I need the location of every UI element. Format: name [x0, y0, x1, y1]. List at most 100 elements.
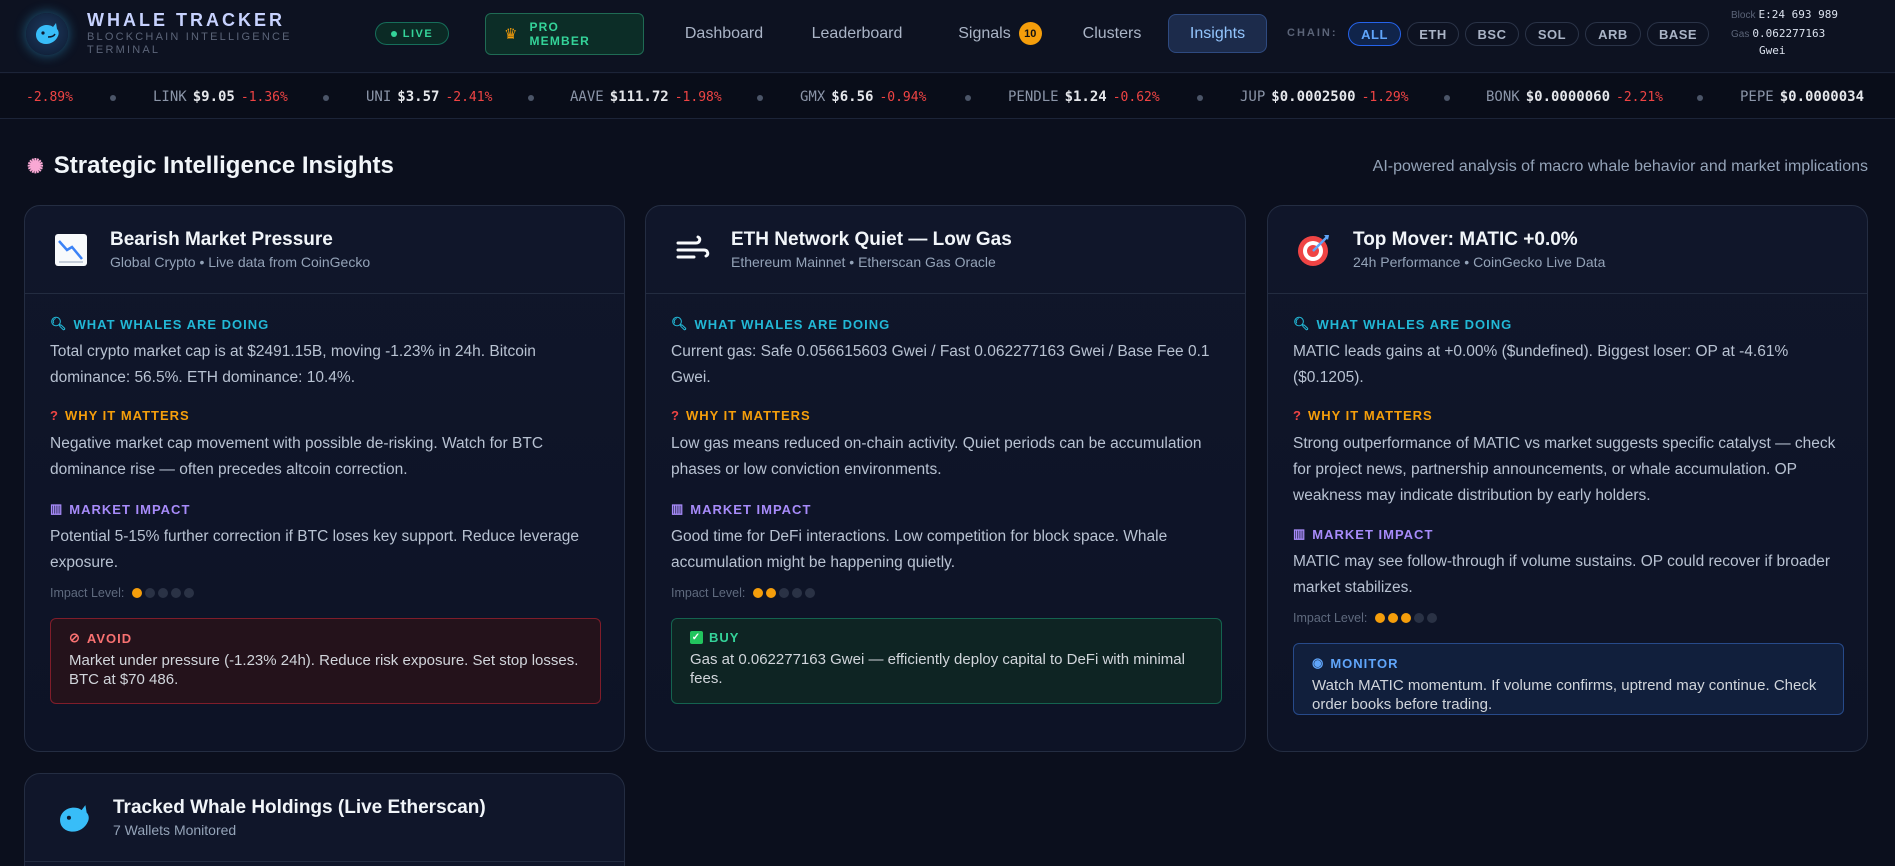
impact-dot	[805, 588, 816, 598]
bar-chart-icon: ▥	[50, 501, 64, 516]
whales-label: 🔍︎ WHAT WHALES ARE DOING	[50, 316, 270, 332]
ticker-item-aave: AAVE $111.72 -1.98%	[570, 89, 722, 105]
brand: WHALE TRACKER BLOCKCHAIN INTELLIGENCE TE…	[87, 10, 292, 57]
nav-clusters[interactable]: Clusters	[1070, 14, 1154, 53]
brain-icon: ✺	[27, 155, 44, 178]
chain-label: CHAIN:	[1287, 27, 1338, 39]
chain-arb[interactable]: ARB	[1585, 22, 1641, 46]
bar-chart-icon: ▥	[1293, 526, 1307, 541]
impact-dots	[1375, 613, 1438, 623]
whale-logo-icon[interactable]	[26, 13, 68, 55]
impact-dot	[766, 588, 777, 598]
impact-dot	[1388, 613, 1399, 623]
chain-bsc[interactable]: BSC	[1465, 22, 1519, 46]
chain-all[interactable]: ALL	[1348, 22, 1401, 46]
impact-dot	[132, 588, 143, 598]
recommendation-buy: ✓ BUY Gas at 0.062277163 Gwei — efficient…	[671, 618, 1222, 704]
target-icon	[1296, 232, 1332, 268]
holdings-subtitle: 7 Wallets Monitored	[113, 822, 237, 838]
impact-text: MATIC may see follow-through if volume s…	[1293, 553, 1830, 596]
ticker-separator	[1197, 95, 1203, 101]
impact-dot	[1427, 613, 1438, 623]
whales-text: Current gas: Safe 0.056615603 Gwei / Fas…	[671, 343, 1210, 386]
impact-level: Impact Level:	[50, 586, 195, 600]
why-label: ? WHY IT MATTERS	[50, 408, 190, 423]
ticker-separator	[528, 95, 534, 101]
chain-base[interactable]: BASE	[1647, 22, 1709, 46]
live-dot-icon	[390, 30, 397, 37]
why-text: Strong outperformance of MATIC vs market…	[1293, 435, 1836, 504]
ticker-item: -2.89%	[26, 90, 73, 105]
impact-level: Impact Level:	[671, 586, 816, 600]
impact-text: Potential 5-15% further correction if BT…	[50, 528, 579, 571]
ticker-item-uni: UNI $3.57 -2.41%	[366, 89, 493, 105]
ticker-item-jup: JUP $0.0002500 -1.29%	[1240, 89, 1409, 105]
magnifier-icon: 🔍︎	[671, 316, 689, 331]
nav-dashboard[interactable]: Dashboard	[670, 14, 778, 53]
why-text: Negative market cap movement with possib…	[50, 435, 544, 478]
chain-sol[interactable]: SOL	[1525, 22, 1579, 46]
impact-label: ▥ MARKET IMPACT	[671, 501, 812, 517]
whales-label: 🔍︎ WHAT WHALES ARE DOING	[671, 316, 891, 332]
ticker-separator	[757, 95, 763, 101]
impact-dot	[158, 588, 169, 598]
signals-count-badge: 10	[1018, 22, 1042, 45]
whales-label: 🔍︎ WHAT WHALES ARE DOING	[1293, 316, 1513, 332]
ticker-separator	[323, 95, 329, 101]
impact-label: ▥ MARKET IMPACT	[50, 501, 191, 517]
recommendation-monitor: ◉ MONITOR Watch MATIC momentum. If volume…	[1293, 643, 1844, 715]
card-title: Bearish Market Pressure	[110, 229, 333, 250]
impact-dot	[145, 588, 156, 598]
impact-dot	[1375, 613, 1386, 623]
ticker-separator	[965, 95, 971, 101]
insight-card-top-mover: Top Mover: MATIC +0.0% 24h Performance •…	[1267, 205, 1868, 752]
checkmark-icon: ✓	[690, 631, 703, 644]
card-subtitle: 24h Performance • CoinGecko Live Data	[1353, 254, 1606, 270]
nav-insights[interactable]: Insights	[1168, 14, 1267, 53]
impact-dot	[1414, 613, 1425, 623]
nav-signals[interactable]: Signals 10	[938, 14, 1062, 53]
impact-dot	[792, 588, 803, 598]
brand-subtitle-1: BLOCKCHAIN INTELLIGENCE	[87, 31, 292, 43]
crown-icon: ♛	[504, 26, 518, 43]
why-label: ? WHY IT MATTERS	[671, 408, 811, 423]
whales-text: Total crypto market cap is at $2491.15B,…	[50, 343, 536, 386]
impact-level: Impact Level:	[1293, 611, 1438, 625]
ticker-item-bonk: BONK $0.0000060 -2.21%	[1486, 89, 1663, 105]
ticker-item-link: LINK $9.05 -1.36%	[153, 89, 288, 105]
impact-dot	[1401, 613, 1412, 623]
live-indicator: LIVE	[375, 22, 449, 45]
insight-card-bearish: Bearish Market Pressure Global Crypto • …	[24, 205, 625, 752]
holdings-card: Tracked Whale Holdings (Live Etherscan) …	[24, 773, 625, 866]
page-subtitle: AI-powered analysis of macro whale behav…	[1372, 158, 1868, 175]
impact-dot	[753, 588, 764, 598]
wind-icon	[674, 232, 710, 268]
no-entry-icon: ⊘	[69, 630, 81, 645]
impact-dot	[184, 588, 195, 598]
eye-icon: ◉	[1312, 655, 1325, 670]
question-icon: ?	[671, 408, 680, 423]
impact-label: ▥ MARKET IMPACT	[1293, 526, 1434, 542]
card-subtitle: Global Crypto • Live data from CoinGecko	[110, 254, 371, 270]
question-icon: ?	[1293, 408, 1302, 423]
pro-member-button[interactable]: ♛ PRO MEMBER	[485, 13, 644, 55]
chain-eth[interactable]: ETH	[1407, 22, 1459, 46]
magnifier-icon: 🔍︎	[50, 316, 68, 331]
magnifier-icon: 🔍︎	[1293, 316, 1311, 331]
impact-dots	[753, 588, 816, 598]
ticker-separator	[1444, 95, 1450, 101]
chart-down-icon	[53, 232, 89, 268]
ticker-item-pendle: PENDLE $1.24 -0.62%	[1008, 89, 1160, 105]
impact-dot	[779, 588, 790, 598]
gas-readout: Gas 0.062277163	[1731, 27, 1826, 40]
impact-dots	[132, 588, 195, 598]
block-readout: Block E:24 693 989	[1731, 8, 1838, 21]
card-title: Top Mover: MATIC +0.0%	[1353, 229, 1578, 250]
insight-card-eth-gas: ETH Network Quiet — Low Gas Ethereum Mai…	[645, 205, 1246, 752]
why-label: ? WHY IT MATTERS	[1293, 408, 1433, 423]
brand-subtitle-2: TERMINAL	[87, 44, 161, 56]
top-header: WHALE TRACKER BLOCKCHAIN INTELLIGENCE TE…	[0, 0, 1895, 73]
ticker-item-pepe: PEPE $0.0000034	[1740, 89, 1865, 105]
holdings-title: Tracked Whale Holdings (Live Etherscan)	[113, 797, 486, 818]
nav-leaderboard[interactable]: Leaderboard	[796, 14, 918, 53]
